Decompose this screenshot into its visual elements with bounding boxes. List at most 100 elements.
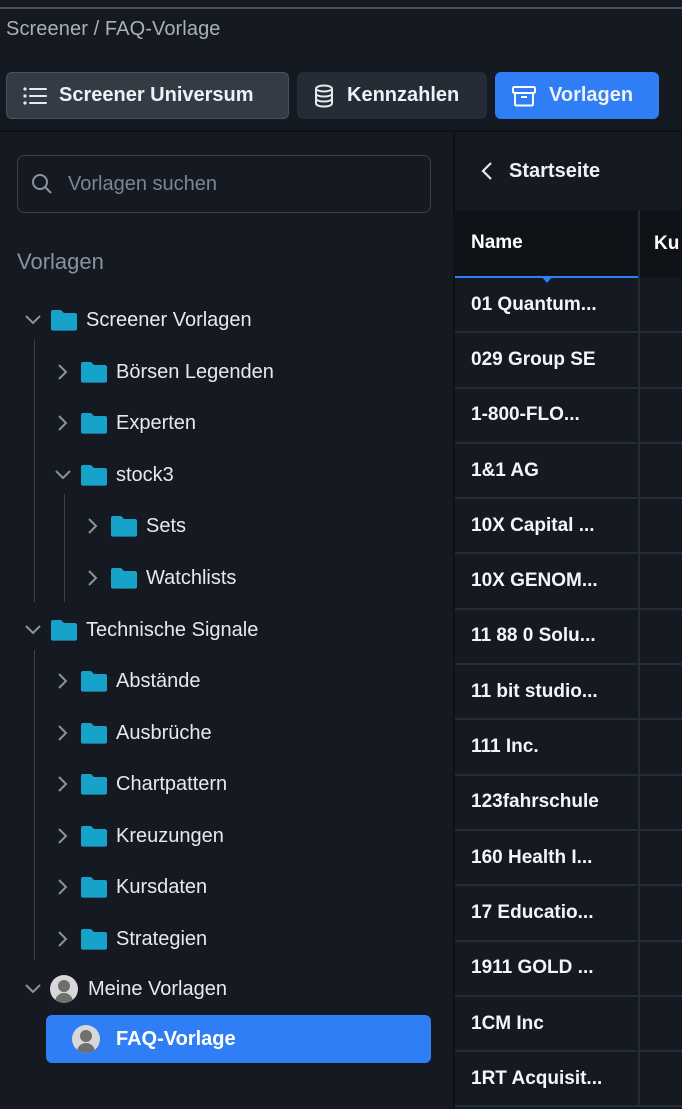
column-header-name[interactable]: Name: [455, 210, 638, 278]
table-row[interactable]: 11 bit studio...: [455, 665, 682, 721]
folder-icon: [110, 567, 138, 589]
cell-separator: [638, 278, 640, 332]
tree-item-kreuzungen[interactable]: Kreuzungen: [52, 816, 224, 856]
folder-icon: [80, 361, 108, 383]
table-row[interactable]: 123fahrschule: [455, 775, 682, 831]
cell-name: 1RT Acquisit...: [471, 1067, 603, 1089]
table-row[interactable]: 10X GENOM...: [455, 554, 682, 610]
avatar: [50, 975, 78, 1003]
back-label: Startseite: [509, 159, 601, 182]
tree-item-label: Sets: [146, 514, 187, 537]
table-header: Name Ku: [455, 210, 682, 283]
chevron-right-icon: [52, 363, 74, 381]
tree-item-watchlists[interactable]: Watchlists: [82, 558, 236, 598]
table-row[interactable]: 160 Health I...: [455, 830, 682, 887]
folder-icon: [80, 825, 108, 847]
tree-item-sets[interactable]: Sets: [82, 506, 186, 546]
cell-separator: [638, 554, 640, 608]
coins-icon: [315, 84, 333, 108]
top-border: [0, 7, 682, 9]
screener-universum-label: Screener Universum: [59, 84, 254, 106]
tree-item-faq-vorlage[interactable]: FAQ-Vorlage: [46, 1015, 431, 1063]
tree-item-kursdaten[interactable]: Kursdaten: [52, 867, 207, 907]
folder-icon: [80, 670, 108, 692]
tree-guide: [34, 650, 35, 960]
table-row[interactable]: 11 88 0 Solu...: [455, 609, 682, 666]
tree-item-label: Abstände: [116, 669, 201, 692]
tree-item-label: Screener Vorlagen: [86, 308, 252, 331]
tree-item-abstaende[interactable]: Abstände: [52, 661, 201, 701]
table-row[interactable]: 029 Group SE: [455, 333, 682, 389]
column-separator[interactable]: [638, 210, 640, 278]
back-to-startseite[interactable]: Startseite: [455, 132, 682, 210]
cell-separator: [638, 333, 640, 387]
table-row[interactable]: 10X Capital ...: [455, 499, 682, 555]
tree-item-label: Börsen Legenden: [116, 360, 274, 383]
chevron-right-icon: [52, 878, 74, 896]
tree-item-screener-vorlagen[interactable]: Screener Vorlagen: [22, 300, 252, 340]
table-row[interactable]: 1-800-FLO...: [455, 388, 682, 444]
chevron-left-icon: [481, 162, 492, 180]
chevron-down-icon: [52, 469, 74, 481]
chevron-right-icon: [52, 724, 74, 742]
vorlagen-label: Vorlagen: [549, 84, 634, 106]
table-row[interactable]: 1RT Acquisit...: [455, 1052, 682, 1108]
tree-item-chartpattern[interactable]: Chartpattern: [52, 764, 227, 804]
table-row[interactable]: 1CM Inc: [455, 996, 682, 1053]
cell-name: 111 Inc.: [471, 736, 539, 758]
cell-name: 11 88 0 Solu...: [471, 625, 596, 647]
kennzahlen-button[interactable]: Kennzahlen: [297, 72, 487, 119]
table-row[interactable]: 1&1 AG: [455, 443, 682, 500]
cell-name: 1-800-FLO...: [471, 404, 580, 426]
tree-guide: [64, 494, 65, 602]
folder-icon: [80, 876, 108, 898]
cell-name: 029 Group SE: [471, 348, 596, 370]
section-title: Vorlagen: [17, 249, 104, 274]
chevron-down-icon: [22, 314, 44, 326]
tree-item-label: Watchlists: [146, 566, 237, 589]
cell-name: 11 bit studio...: [471, 680, 598, 702]
chevron-right-icon: [52, 672, 74, 690]
folder-icon: [80, 773, 108, 795]
tree-item-label: Meine Vorlagen: [88, 977, 227, 1000]
cell-separator: [638, 1052, 640, 1106]
tree-item-label: Ausbrüche: [116, 721, 212, 744]
folder-icon: [80, 928, 108, 950]
chevron-right-icon: [52, 414, 74, 432]
table-row[interactable]: 01 Quantum...: [455, 278, 682, 334]
folder-icon: [80, 412, 108, 434]
tree-item-label: stock3: [116, 463, 174, 486]
folder-icon: [50, 309, 78, 331]
tree-item-experten[interactable]: Experten: [52, 403, 196, 443]
vorlagen-button[interactable]: Vorlagen: [495, 72, 659, 119]
tree-item-strategien[interactable]: Strategien: [52, 919, 207, 959]
folder-icon: [80, 722, 108, 744]
chevron-down-icon: [22, 983, 44, 995]
search-icon: [32, 174, 52, 194]
avatar: [72, 1025, 100, 1053]
tree-item-ausbrueche[interactable]: Ausbrüche: [52, 713, 212, 753]
screener-universum-button[interactable]: Screener Universum: [6, 72, 289, 119]
tree-item-label: Technische Signale: [86, 618, 259, 641]
cell-separator: [638, 499, 640, 553]
cell-separator: [638, 720, 640, 774]
folder-icon: [110, 515, 138, 537]
tree-item-label: Chartpattern: [116, 772, 228, 795]
cell-name: 1&1 AG: [471, 459, 539, 481]
cell-name: 123fahrschule: [471, 791, 599, 813]
tree-item-meine-vorlagen[interactable]: Meine Vorlagen: [22, 969, 227, 1009]
tree-item-stock3[interactable]: stock3: [52, 455, 174, 495]
tree-item-label: Kreuzungen: [116, 824, 224, 847]
tree-item-boersen-legenden[interactable]: Börsen Legenden: [52, 352, 274, 392]
search-input[interactable]: [68, 172, 398, 196]
column-header-ku[interactable]: Ku: [654, 210, 682, 278]
table-row[interactable]: 1911 GOLD ...: [455, 941, 682, 997]
cell-name: 01 Quantum...: [471, 293, 597, 315]
search-box[interactable]: [17, 155, 431, 213]
cell-name: 160 Health I...: [471, 846, 593, 868]
cell-name: 10X Capital ...: [471, 514, 595, 536]
tree-item-technische-signale[interactable]: Technische Signale: [22, 610, 258, 650]
table-row[interactable]: 111 Inc.: [455, 720, 682, 776]
table-row[interactable]: 17 Educatio...: [455, 886, 682, 942]
folder-icon: [50, 619, 78, 641]
